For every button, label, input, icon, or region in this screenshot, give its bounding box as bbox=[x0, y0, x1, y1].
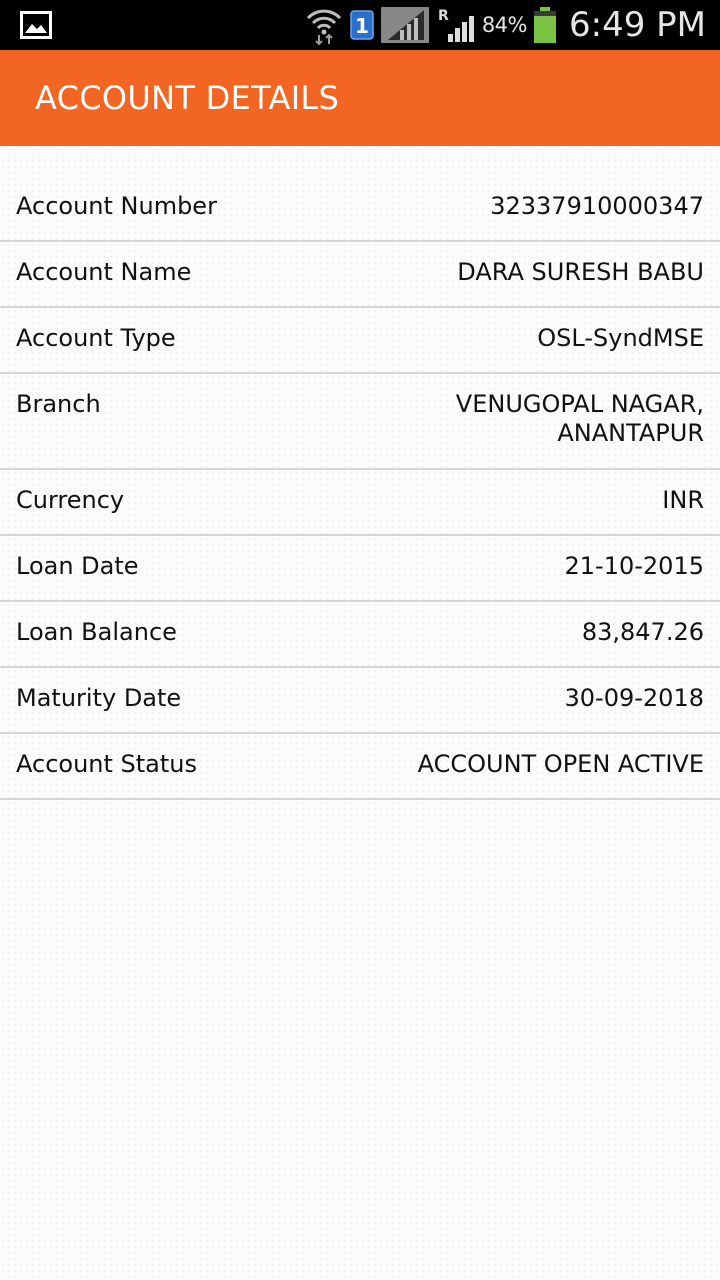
detail-value: ACCOUNT OPEN ACTIVE bbox=[417, 750, 704, 778]
detail-label: Branch bbox=[16, 390, 101, 418]
battery-icon bbox=[534, 7, 556, 43]
page-title: ACCOUNT DETAILS bbox=[35, 79, 340, 117]
detail-value: 32337910000347 bbox=[490, 192, 704, 220]
detail-value: 30-09-2018 bbox=[564, 684, 704, 712]
detail-label: Loan Balance bbox=[16, 618, 177, 646]
image-notification-icon bbox=[20, 11, 52, 39]
detail-label: Account Type bbox=[16, 324, 176, 352]
detail-label: Maturity Date bbox=[16, 684, 182, 712]
status-bar: 1 R 84% 6:49 PM bbox=[0, 0, 720, 50]
detail-row-maturity-date: Maturity Date 30-09-2018 bbox=[0, 668, 720, 734]
detail-value-line: VENUGOPAL NAGAR, bbox=[455, 390, 704, 418]
detail-row-loan-balance: Loan Balance 83,847.26 bbox=[0, 602, 720, 668]
detail-label: Loan Date bbox=[16, 552, 139, 580]
detail-row-loan-date: Loan Date 21-10-2015 bbox=[0, 536, 720, 602]
detail-label: Account Status bbox=[16, 750, 198, 778]
detail-value-line: ANANTAPUR bbox=[557, 419, 704, 447]
svg-text:1: 1 bbox=[355, 14, 369, 38]
wifi-icon bbox=[306, 9, 341, 46]
status-icons: 1 R 84% 6:49 PM bbox=[304, 0, 706, 50]
detail-value: OSL-SyndMSE bbox=[537, 324, 704, 352]
detail-value: DARA SURESH BABU bbox=[457, 258, 704, 286]
detail-value: 83,847.26 bbox=[581, 618, 704, 646]
detail-row-account-status: Account Status ACCOUNT OPEN ACTIVE bbox=[0, 734, 720, 800]
app-bar: ACCOUNT DETAILS bbox=[0, 50, 720, 146]
detail-row-branch: Branch VENUGOPAL NAGAR, ANANTAPUR bbox=[0, 374, 720, 470]
account-details-list: Account Number 32337910000347 Account Na… bbox=[0, 146, 720, 1280]
detail-label: Account Number bbox=[16, 192, 217, 220]
svg-text:R: R bbox=[438, 8, 449, 24]
detail-row-account-type: Account Type OSL-SyndMSE bbox=[0, 308, 720, 374]
roaming-signal-icon: R bbox=[438, 8, 474, 42]
signal-icon bbox=[380, 7, 429, 43]
detail-value: 21-10-2015 bbox=[564, 552, 704, 580]
detail-label: Currency bbox=[16, 486, 125, 514]
clock: 6:49 PM bbox=[569, 5, 706, 45]
detail-row-account-name: Account Name DARA SURESH BABU bbox=[0, 242, 720, 308]
detail-row-account-number: Account Number 32337910000347 bbox=[0, 176, 720, 242]
detail-value: VENUGOPAL NAGAR, ANANTAPUR bbox=[456, 388, 704, 448]
detail-value: INR bbox=[662, 486, 704, 514]
battery-percentage: 84% bbox=[481, 13, 528, 37]
sim1-icon: 1 bbox=[350, 10, 374, 40]
detail-label: Account Name bbox=[16, 258, 192, 286]
detail-row-currency: Currency INR bbox=[0, 470, 720, 536]
